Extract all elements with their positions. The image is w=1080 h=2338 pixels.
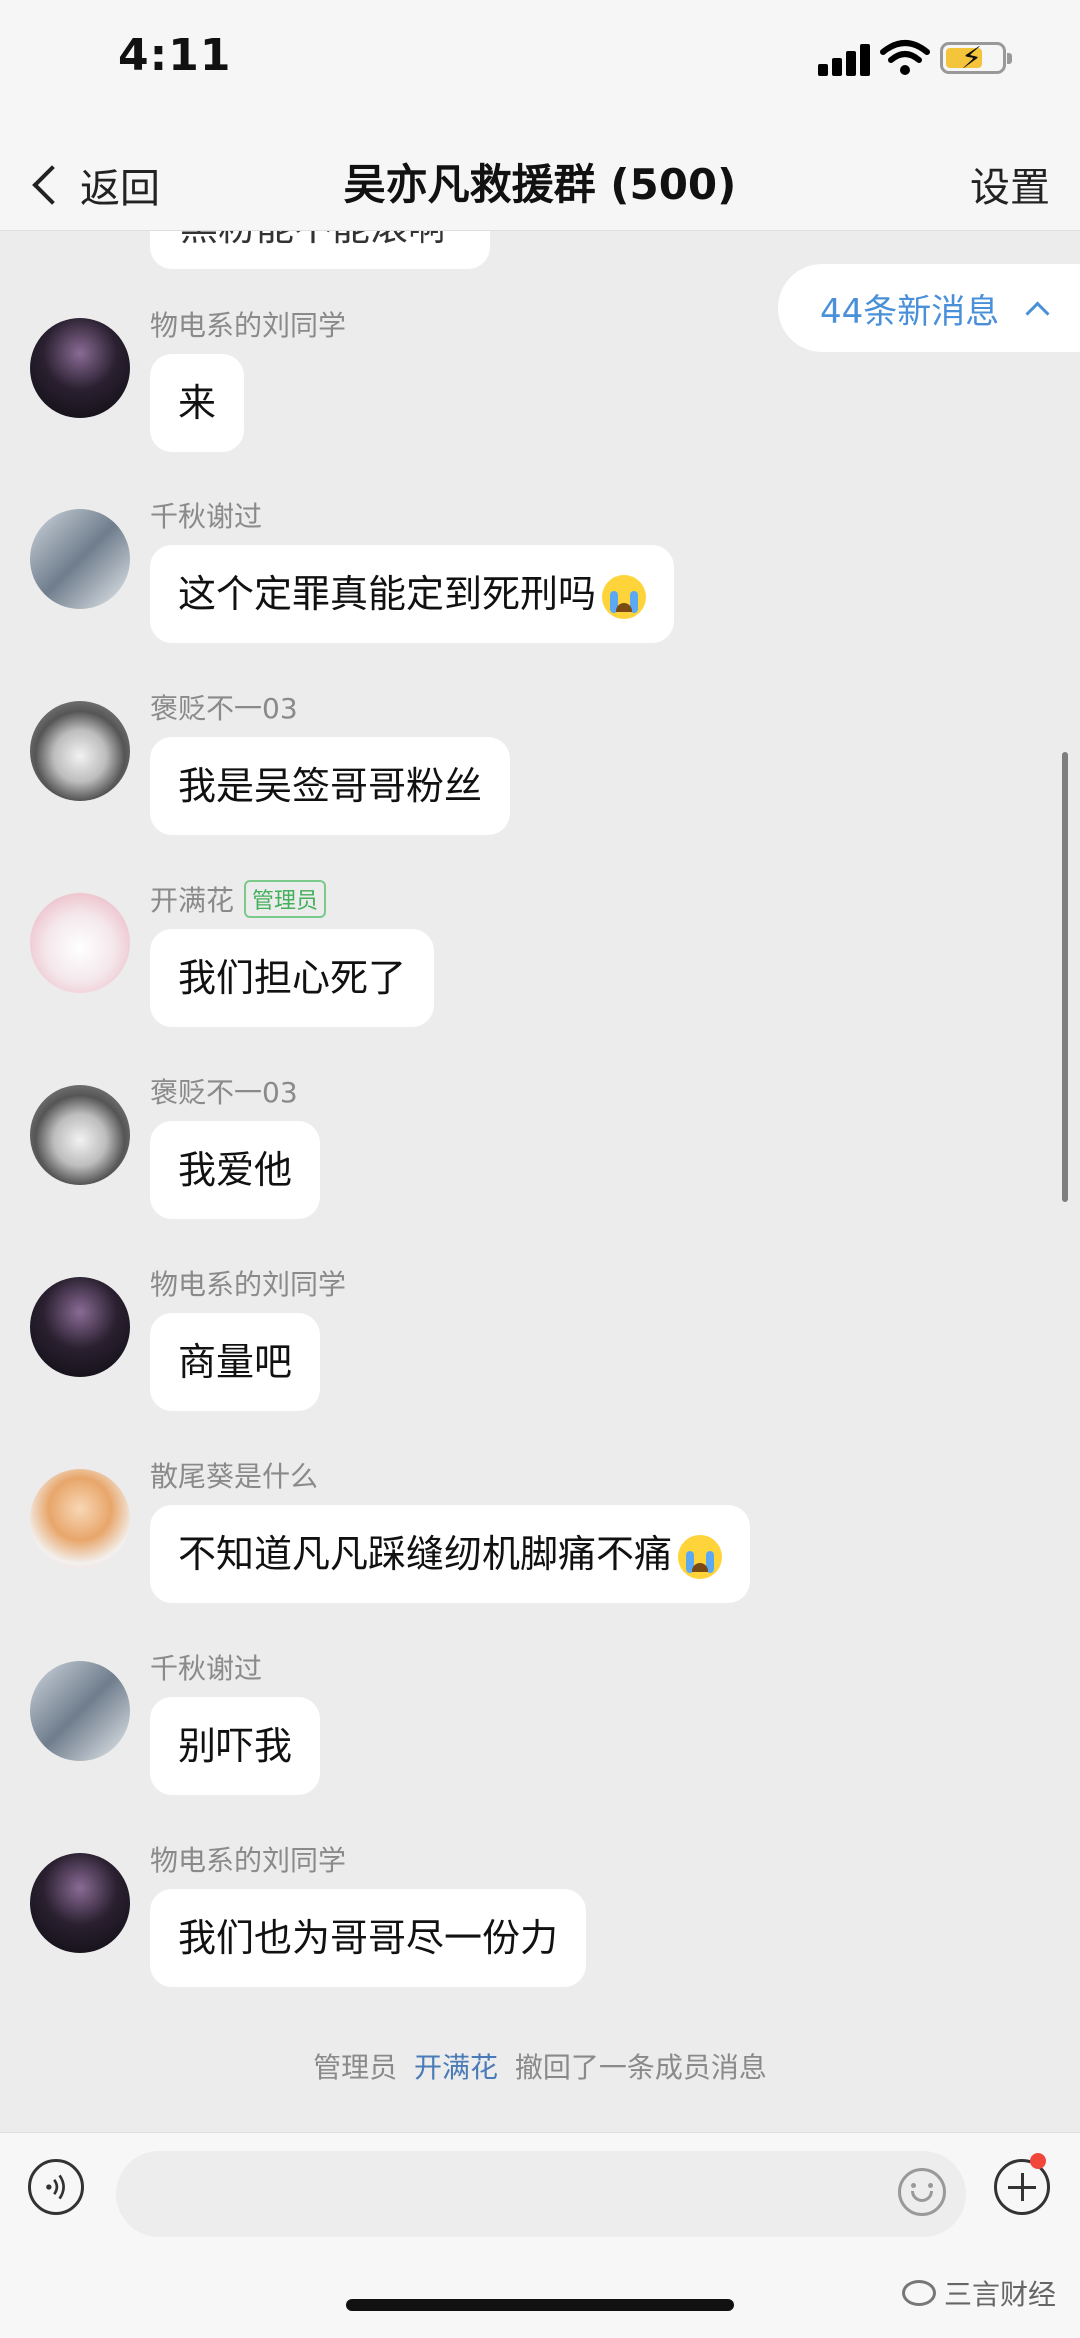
avatar[interactable] — [30, 509, 130, 609]
message-bubble[interactable]: 商量吧 — [150, 1313, 321, 1411]
voice-icon[interactable] — [28, 2159, 84, 2215]
message-text: 这个定罪真能定到死刑吗 — [178, 572, 597, 616]
message-text: 不知道凡凡踩缝纫机脚痛不痛 — [178, 1532, 673, 1576]
partial-message-text: 黑粉能不能滚啊 — [180, 231, 446, 249]
message-bubble[interactable]: 我们也为哥哥尽一份力 — [150, 1889, 587, 1987]
message-text: 我爱他 — [178, 1148, 293, 1192]
sender-name: 褒贬不一03 — [150, 1076, 298, 1109]
chat-area[interactable]: 黑粉能不能滚啊 44条新消息 物电系的刘同学 来 千秋谢过 这个定罪真能定到死刑… — [0, 231, 1080, 2131]
input-bar: 三言财经 — [0, 2132, 1080, 2338]
message-text: 别吓我 — [178, 1724, 293, 1768]
sender-name: 开满花 管理员 — [150, 879, 327, 919]
message-text: 我们担心死了 — [178, 956, 407, 1000]
message-text: 商量吧 — [178, 1340, 293, 1384]
avatar[interactable] — [30, 318, 130, 418]
sender-name: 物电系的刘同学 — [150, 1844, 347, 1877]
system-note-suffix: 撤回了一条成员消息 — [514, 2051, 767, 2084]
crying-emoji-icon — [678, 1534, 723, 1579]
crying-emoji-icon — [602, 574, 647, 619]
message-text: 我们也为哥哥尽一份力 — [178, 1916, 559, 1960]
watermark: 三言财经 — [901, 2273, 1056, 2313]
sender-name: 物电系的刘同学 — [150, 1268, 347, 1301]
status-time: 4:11 — [118, 30, 232, 81]
system-note-admin-name[interactable]: 开满花 — [414, 2051, 498, 2084]
sender-name-text: 开满花 — [150, 884, 235, 917]
status-bar: 4:11 ⚡ — [0, 0, 1080, 140]
battery-icon: ⚡ — [940, 41, 1012, 76]
notification-dot — [1030, 2153, 1046, 2169]
message-bubble[interactable]: 我爱他 — [150, 1121, 321, 1219]
avatar[interactable] — [30, 1661, 130, 1761]
wifi-icon — [880, 40, 930, 75]
wechat-icon — [901, 2280, 936, 2306]
message-bubble[interactable]: 我是吴签哥哥粉丝 — [150, 737, 511, 835]
avatar[interactable] — [30, 1085, 130, 1185]
sender-name: 物电系的刘同学 — [150, 309, 347, 342]
new-messages-label: 44条新消息 — [820, 291, 1000, 332]
message-bubble[interactable]: 我们担心死了 — [150, 929, 435, 1027]
message-input[interactable] — [116, 2151, 966, 2237]
system-note: 管理员 开满花 撤回了一条成员消息 — [0, 2046, 1080, 2086]
partial-message-bubble: 黑粉能不能滚啊 — [150, 231, 490, 269]
avatar[interactable] — [30, 1469, 130, 1569]
sender-name: 褒贬不一03 — [150, 692, 298, 725]
avatar[interactable] — [30, 1853, 130, 1953]
smile-icon[interactable] — [898, 2168, 946, 2216]
message-text: 来 — [178, 381, 217, 425]
signal-icon — [818, 44, 874, 76]
avatar[interactable] — [30, 893, 130, 993]
new-messages-button[interactable]: 44条新消息 — [778, 264, 1080, 352]
avatar[interactable] — [30, 701, 130, 801]
home-indicator — [346, 2299, 734, 2311]
message-bubble[interactable]: 这个定罪真能定到死刑吗 — [150, 545, 675, 643]
nav-bar: 返回 吴亦凡救援群 (500) 设置 — [0, 140, 1080, 231]
chevron-up-icon — [1025, 300, 1050, 326]
watermark-text: 三言财经 — [943, 2278, 1056, 2311]
admin-badge: 管理员 — [244, 880, 327, 918]
system-note-prefix: 管理员 — [313, 2051, 398, 2084]
group-title: 吴亦凡救援群 (500) — [343, 160, 737, 209]
message-text: 我是吴签哥哥粉丝 — [178, 764, 483, 808]
message-bubble[interactable]: 来 — [150, 354, 245, 452]
message-bubble[interactable]: 不知道凡凡踩缝纫机脚痛不痛 — [150, 1505, 751, 1603]
message-bubble[interactable]: 别吓我 — [150, 1697, 321, 1795]
sender-name: 千秋谢过 — [150, 500, 263, 533]
sender-name: 千秋谢过 — [150, 1652, 263, 1685]
scrollbar[interactable] — [1062, 752, 1068, 1202]
settings-button[interactable]: 设置 — [970, 140, 1050, 230]
avatar[interactable] — [30, 1277, 130, 1377]
sender-name: 散尾葵是什么 — [150, 1460, 319, 1493]
